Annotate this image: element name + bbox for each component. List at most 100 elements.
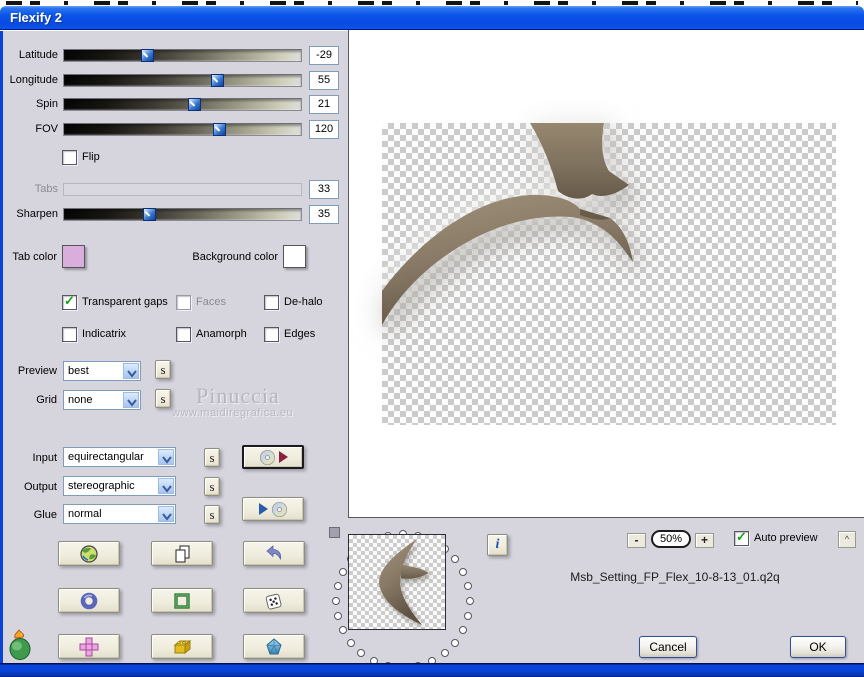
fov-slider-track[interactable] [63, 123, 302, 136]
longitude-value-box[interactable]: 55 [309, 71, 339, 90]
preview-random-button[interactable]: s [155, 360, 171, 379]
undo-button[interactable] [243, 541, 305, 566]
lego-brick-icon [173, 639, 192, 654]
screen: Flexify 2 Latitude -29 Longitude 55 Spin… [0, 0, 864, 677]
sharpen-label: Sharpen [16, 208, 58, 220]
input-random-button[interactable]: s [204, 448, 220, 467]
ok-button[interactable]: OK [790, 636, 846, 658]
ring-dot [332, 597, 340, 605]
preview-select[interactable]: best [63, 361, 141, 381]
red-play-arrow-icon [278, 451, 288, 463]
save-settings-button[interactable] [242, 445, 304, 469]
spin-slider-row: Spin 21 [0, 95, 345, 120]
load-settings-button[interactable] [242, 497, 304, 521]
tab-color-swatch[interactable] [62, 245, 85, 268]
spin-slider-thumb[interactable] [188, 98, 201, 111]
grid-select-value: none [68, 394, 93, 406]
zoom-level-display[interactable]: 50% [651, 530, 691, 548]
input-select[interactable]: equirectangular [63, 447, 176, 467]
copy-pages-icon [175, 545, 190, 562]
frame-button[interactable] [151, 588, 213, 613]
glue-select-value: normal [68, 508, 102, 520]
watermark-url: www.maidiregrafica.eu [172, 407, 294, 419]
input-select-value: equirectangular [68, 451, 144, 463]
glue-random-button[interactable]: s [204, 505, 220, 524]
window-title: Flexify 2 [10, 10, 63, 25]
globe-icon [80, 544, 98, 563]
fov-slider-thumb[interactable] [213, 123, 226, 136]
preview-select-label: Preview [17, 365, 57, 377]
latitude-slider-thumb[interactable] [141, 49, 154, 62]
chevron-down-icon[interactable] [123, 392, 139, 408]
chevron-down-icon[interactable] [158, 478, 174, 494]
window-bottom-border [0, 663, 864, 677]
faces-box: ✓ [176, 295, 191, 310]
auto-preview-label: Auto preview [754, 532, 818, 544]
auto-preview-box[interactable]: ✓ [734, 529, 749, 546]
preview-select-value: best [68, 365, 89, 377]
cube-net-button[interactable] [58, 634, 120, 659]
sharpen-slider-thumb[interactable] [143, 208, 156, 221]
sphere-map-button[interactable] [58, 541, 120, 566]
latitude-value-box[interactable]: -29 [309, 46, 339, 65]
sharpen-value-box[interactable]: 35 [309, 205, 339, 224]
tabs-value-box[interactable]: 33 [309, 180, 339, 199]
fov-value-box[interactable]: 120 [309, 120, 339, 139]
ring-dot [333, 611, 342, 620]
cancel-button[interactable]: Cancel [639, 636, 697, 658]
duplicate-button[interactable] [151, 541, 213, 566]
background-color-swatch[interactable] [283, 245, 306, 268]
flaming-pear-logo[interactable] [7, 629, 37, 661]
glue-select-label: Glue [33, 509, 57, 521]
ring-marker-square[interactable] [329, 527, 340, 538]
chevron-down-icon[interactable] [158, 449, 174, 465]
watermark-name: Pinuccia [196, 383, 280, 408]
cd-icon [271, 501, 287, 517]
sharpen-slider-track[interactable] [63, 208, 302, 221]
dehalo-box[interactable]: ✓ [264, 295, 279, 310]
ring-dot [464, 582, 473, 591]
chevron-down-icon[interactable] [123, 363, 139, 379]
spin-slider-track[interactable] [63, 98, 302, 111]
ring-dot [466, 597, 474, 605]
longitude-slider-thumb[interactable] [211, 74, 224, 87]
fov-slider-row: FOV 120 [0, 120, 345, 145]
ring-dot [346, 638, 355, 647]
ring-dot [338, 626, 347, 635]
output-random-button[interactable]: s [204, 477, 220, 496]
torus-button[interactable] [58, 588, 120, 613]
indicatrix-box[interactable]: ✓ [62, 327, 77, 342]
more-options-button[interactable]: ^ [838, 531, 856, 548]
random-dice-button[interactable] [243, 588, 305, 613]
transparent-gaps-box[interactable]: ✓ [62, 293, 77, 310]
edges-box[interactable]: ✓ [264, 327, 279, 342]
output-select-value: stereographic [68, 480, 135, 492]
grid-random-button[interactable]: s [155, 389, 171, 408]
background-color-label: Background color [192, 251, 278, 263]
ring-dot [451, 555, 460, 564]
latitude-slider-track[interactable] [63, 49, 302, 62]
ring-dot [459, 567, 468, 576]
tab-color-label: Tab color [12, 251, 57, 263]
anamorph-box[interactable]: ✓ [176, 327, 191, 342]
output-select[interactable]: stereographic [63, 476, 176, 496]
spin-value-box[interactable]: 21 [309, 95, 339, 114]
dehalo-label: De-halo [284, 296, 323, 308]
input-select-label: Input [32, 452, 57, 464]
zoom-out-button[interactable]: - [627, 533, 646, 548]
chevron-down-icon[interactable] [158, 506, 174, 522]
ribbon-image [382, 123, 633, 325]
latitude-slider-row: Latitude -29 [0, 46, 345, 71]
longitude-slider-track[interactable] [63, 74, 302, 87]
grid-select[interactable]: none [63, 390, 141, 410]
glue-select[interactable]: normal [63, 504, 176, 524]
brick-button[interactable] [151, 634, 213, 659]
zoom-in-button[interactable]: + [695, 533, 714, 548]
info-button[interactable]: i [487, 534, 508, 556]
ring-dot [333, 582, 342, 591]
polyhedron-button[interactable] [243, 634, 305, 659]
titlebar[interactable]: Flexify 2 [0, 6, 864, 30]
flip-checkbox-box[interactable]: ✓ [62, 150, 77, 165]
longitude-slider-row: Longitude 55 [0, 71, 345, 96]
navigator-thumbnail[interactable] [348, 534, 446, 630]
